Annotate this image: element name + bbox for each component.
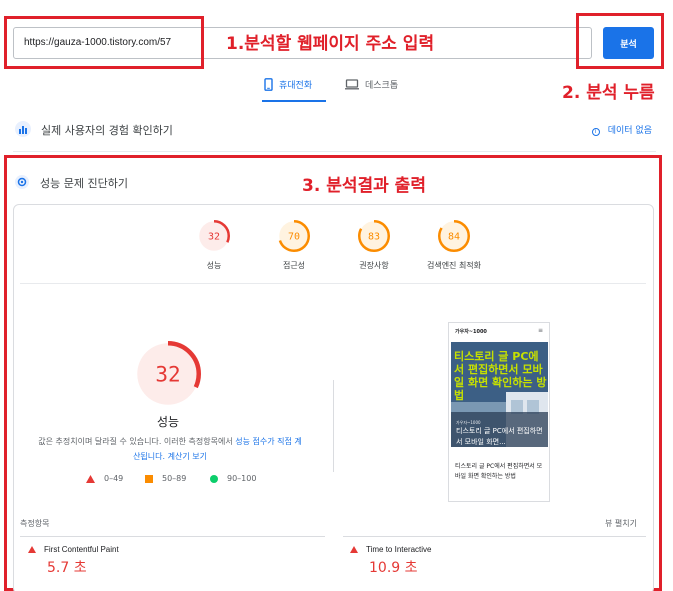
score-gauge-seo[interactable]: 84 검색엔진 최적화 (414, 219, 494, 271)
preview-post-title: 티스토리 글 PC에서 편집하면서 모바일 화면 확인하는 방법 (455, 463, 543, 480)
field-data-row[interactable]: 실제 사용자의 경험 확인하기 i 데이터 없음 (13, 118, 656, 146)
gauge-ring: 84 (438, 220, 470, 252)
gauge-score: 32 (155, 363, 180, 387)
gauge-ring: 70 (278, 220, 310, 252)
gauge-label: 권장사항 (359, 261, 389, 270)
menu-icon: ≡ (537, 327, 543, 334)
score-gauge-best-practices[interactable]: 83 권장사항 (334, 219, 414, 271)
metric-fcp: First Contentful Paint 5.7 초 (28, 545, 119, 577)
metric-name: Time to Interactive (366, 545, 432, 554)
tab-mobile[interactable]: 휴대전화 (264, 78, 312, 91)
legend-average: 50–89 (145, 474, 186, 483)
vertical-divider (333, 380, 334, 472)
fail-triangle-icon (28, 546, 36, 553)
tab-desktop-label: 데스크톱 (365, 81, 399, 91)
calculator-link[interactable]: 계산기 보기 (168, 452, 207, 461)
no-data-status: i 데이터 없음 (591, 123, 652, 136)
main-score-label: 성능 (156, 415, 180, 429)
info-icon: i (591, 128, 600, 136)
field-data-icon (15, 121, 31, 137)
metric-tti: Time to Interactive 10.9 초 (350, 545, 432, 577)
annotation-step2: 2. 분석 누름 (562, 83, 655, 103)
triangle-icon (86, 474, 95, 483)
legend-fail: 0–49 (86, 474, 123, 483)
fail-triangle-icon (350, 546, 358, 553)
gauge-score: 32 (208, 232, 220, 243)
metric-name: First Contentful Paint (44, 545, 119, 554)
divider (343, 536, 646, 537)
diagnosis-title: 성능 문제 진단하기 (40, 177, 128, 190)
gauge-label: 검색엔진 최적화 (426, 261, 482, 270)
gauge-ring: 32 (198, 220, 230, 252)
metric-value: 10.9 초 (369, 560, 418, 576)
score-description: 값은 추정치이며 달라질 수 있습니다. 이러한 측정항목에서 성능 점수가 직… (35, 434, 305, 464)
main-score-gauge: 32 (135, 341, 201, 407)
field-data-title: 실제 사용자의 경험 확인하기 (41, 124, 173, 137)
score-gauge-performance[interactable]: 32 성능 (174, 219, 254, 271)
gauge-score: 84 (448, 232, 460, 243)
metrics-label: 측정항목 (20, 519, 50, 528)
page-screenshot-preview: 가우자~1000 ≡ 티스토리 글 PC에서 편집하면서 모바일 화면 확인하는… (448, 322, 550, 502)
preview-hero-text: 티스토리 글 PC에서 편집하면서 모바일 화면 확인하는 방법 (454, 350, 547, 402)
preview-hero-image: 티스토리 글 PC에서 편집하면서 모바일 화면 확인하는 방법 가우자~100… (451, 342, 548, 447)
metric-value: 5.7 초 (47, 560, 87, 576)
active-tab-indicator (262, 100, 326, 102)
expand-view-toggle[interactable]: 뷰 펼치기 (605, 518, 637, 529)
legend-pass: 90–100 (210, 474, 256, 483)
score-gauge-accessibility[interactable]: 70 접근성 (254, 219, 334, 271)
annotation-step1: 1.분석할 웹페이지 주소 입력 (226, 34, 435, 54)
preview-hero-caption: 티스토리 글 PC에서 편집하면서 모바일 화면... (456, 427, 543, 446)
legend-range: 50–89 (162, 474, 187, 483)
lab-data-icon (15, 175, 29, 189)
desktop-icon (345, 79, 359, 90)
preview-site-name: 가우자~1000 (455, 329, 487, 335)
phone-icon (264, 78, 273, 91)
annotation-step3: 3. 분석결과 출력 (302, 176, 426, 196)
annotation-box-url (4, 16, 204, 69)
circle-icon (210, 474, 218, 483)
square-icon (145, 474, 153, 483)
gauge-ring: 83 (358, 220, 390, 252)
divider (13, 151, 656, 152)
gauge-label: 성능 (206, 261, 222, 270)
annotation-box-button (576, 13, 664, 69)
gauge-score: 83 (368, 232, 380, 243)
tab-mobile-label: 휴대전화 (279, 81, 313, 91)
tab-desktop[interactable]: 데스크톱 (345, 78, 398, 91)
gauge-label: 접근성 (282, 261, 306, 270)
legend-range: 90–100 (227, 474, 257, 483)
description-text: 값은 추정치이며 달라질 수 있습니다. 이러한 측정항목에서 (38, 437, 236, 446)
gauge-score: 70 (288, 232, 300, 243)
divider (20, 283, 646, 284)
divider (20, 536, 325, 537)
no-data-label: 데이터 없음 (607, 126, 652, 136)
legend-range: 0–49 (104, 474, 124, 483)
